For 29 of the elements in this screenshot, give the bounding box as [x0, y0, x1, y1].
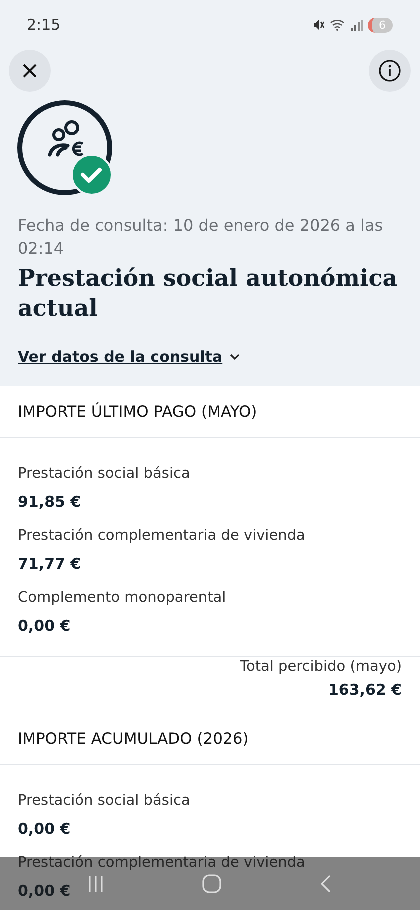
- amount-value: 71,77 €: [18, 554, 82, 575]
- back-icon[interactable]: [320, 874, 332, 894]
- home-icon[interactable]: [202, 874, 222, 894]
- amount-value: 0,00 €: [18, 616, 71, 637]
- close-icon: [21, 62, 39, 80]
- query-details-link[interactable]: Ver datos de la consulta: [18, 348, 241, 366]
- total-label: Total percibido (mayo): [240, 659, 402, 675]
- recent-apps-icon[interactable]: [88, 874, 104, 892]
- query-date: Fecha de consulta: 10 de enero de 2026 a las 02:14: [18, 215, 384, 260]
- section-heading: IMPORTE ÚLTIMO PAGO (MAYO): [0, 386, 420, 438]
- amount-label: Complemento monoparental: [18, 589, 226, 608]
- info-button[interactable]: [369, 50, 411, 92]
- amount-value: 0,00 €: [18, 819, 71, 840]
- total-value: 163,62 €: [328, 681, 402, 699]
- signal-icon: [351, 20, 363, 30]
- page-title: Prestación social autonómica actual: [18, 264, 399, 324]
- amount-label: Prestación complementaria de vivienda: [18, 854, 306, 873]
- section-heading: IMPORTE ACUMULADO (2026): [0, 713, 420, 765]
- amount-value: 0,00 €: [18, 881, 71, 902]
- mute-icon: [313, 19, 325, 31]
- info-icon: [378, 59, 402, 83]
- wifi-icon: [330, 19, 346, 31]
- amount-label: Prestación social básica: [18, 465, 190, 484]
- chevron-down-icon: [228, 353, 241, 361]
- amount-label: Prestación social básica: [18, 792, 190, 811]
- status-time: 2:15: [27, 16, 61, 34]
- amount-value: 91,85 €: [18, 492, 82, 513]
- amount-label: Prestación complementaria de vivienda: [18, 527, 306, 546]
- close-button[interactable]: [9, 50, 51, 92]
